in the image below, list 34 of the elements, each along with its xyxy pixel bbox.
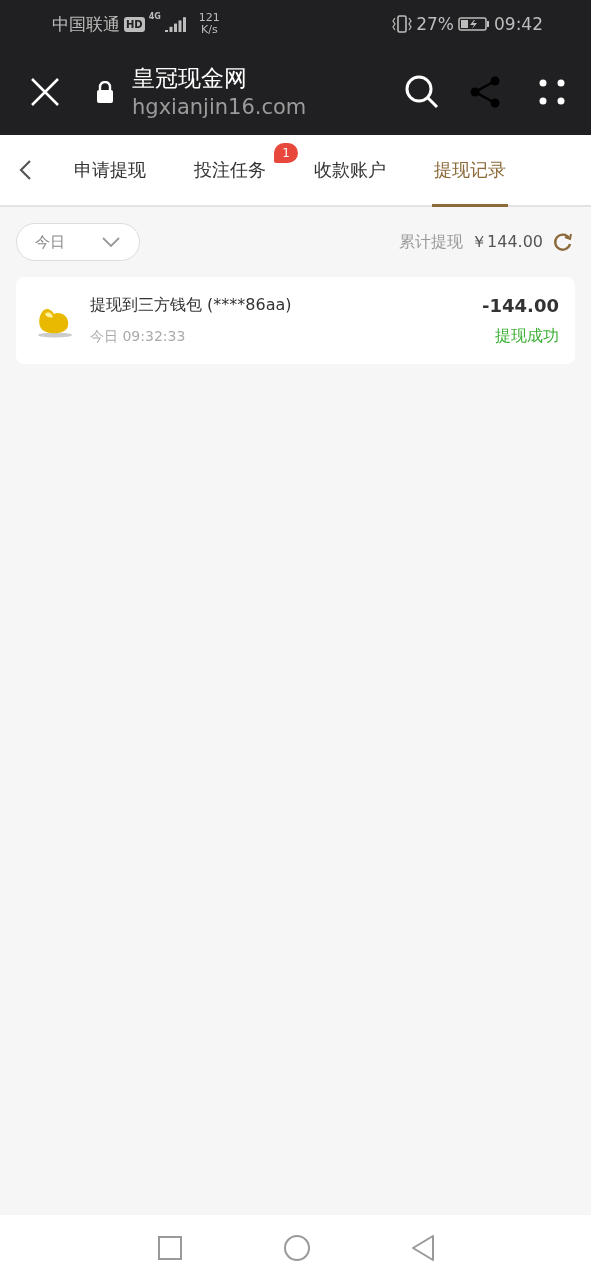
tab[interactable]: 收款账户 <box>312 135 388 207</box>
back-nav-icon[interactable] <box>410 1233 435 1262</box>
more-icon[interactable] <box>539 78 565 105</box>
battery-icon <box>458 16 490 32</box>
record-status: 提现成功 <box>495 325 559 347</box>
network-type: 4G <box>148 12 161 21</box>
total-amount: ￥144.00 <box>471 231 543 253</box>
close-icon[interactable] <box>30 76 60 107</box>
clock-time: 09:42 <box>494 14 543 34</box>
record-amount: -144.00 <box>482 294 559 316</box>
vibrate-icon <box>392 15 413 33</box>
record-card[interactable]: 提现到三方钱包 (****86aa) 今日 09:32:33 -144.00 提现成功 <box>16 277 575 364</box>
record-title: 提现到三方钱包 (****86aa) <box>90 295 293 316</box>
record-time: 今日 09:32:33 <box>90 328 187 346</box>
recent-apps-icon[interactable] <box>156 1234 183 1261</box>
speed-unit: K/s <box>201 24 218 36</box>
back-icon[interactable] <box>18 159 32 181</box>
page-url[interactable]: hgxianjin16.com <box>132 92 405 121</box>
network-speed: 121 <box>198 12 220 24</box>
signal-icon <box>164 16 187 32</box>
carrier-name: 中国联通 <box>52 12 120 36</box>
date-filter-dropdown[interactable]: 今日 <box>16 223 140 261</box>
total-label: 累计提现 <box>399 231 463 253</box>
lock-icon <box>96 80 114 103</box>
home-icon[interactable] <box>282 1233 311 1262</box>
tab[interactable]: 提现记录 <box>432 135 508 207</box>
page-title: 皇冠现金网 <box>132 63 248 93</box>
network-badge: HD <box>124 16 145 32</box>
tab[interactable]: 申请提现 <box>72 135 148 207</box>
notification-badge: 1 <box>274 143 298 163</box>
search-icon[interactable] <box>405 74 439 109</box>
chevron-down-icon <box>101 236 121 248</box>
refresh-icon[interactable] <box>553 232 573 252</box>
battery-percent: 27% <box>416 14 454 34</box>
